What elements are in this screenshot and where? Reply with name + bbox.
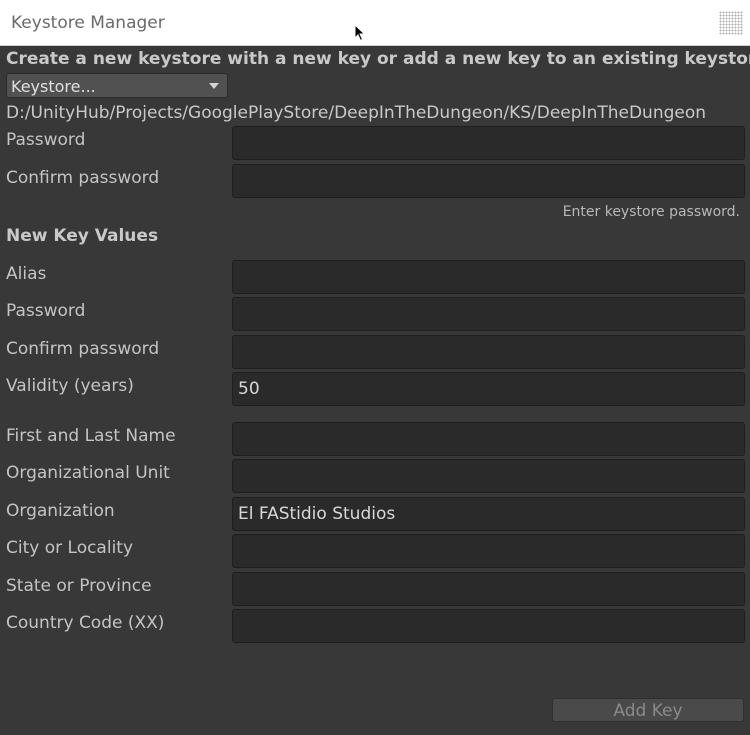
country-code-input[interactable] <box>232 609 745 643</box>
name-label: First and Last Name <box>6 426 176 446</box>
key-confirm-password-label: Confirm password <box>6 339 160 359</box>
keystore-dropdown[interactable]: Keystore... <box>6 73 228 98</box>
org-unit-input[interactable] <box>232 459 745 493</box>
city-input[interactable] <box>232 534 745 568</box>
chevron-down-icon <box>209 83 219 89</box>
new-key-section-title: New Key Values <box>6 226 159 246</box>
keystore-confirm-password-label: Confirm password <box>6 168 160 188</box>
alias-input[interactable] <box>232 260 745 294</box>
org-unit-label: Organizational Unit <box>6 463 170 483</box>
state-input[interactable] <box>232 572 745 606</box>
keystore-confirm-password-input[interactable] <box>232 164 745 198</box>
key-password-input[interactable] <box>232 297 745 331</box>
organization-input[interactable] <box>232 497 745 531</box>
keystore-password-input[interactable] <box>232 126 745 160</box>
keystore-password-label: Password <box>6 130 86 150</box>
window-title: Keystore Manager <box>11 13 165 33</box>
keystore-password-hint: Enter keystore password. <box>562 204 740 220</box>
keystore-path: D:/UnityHub/Projects/GooglePlayStore/Dee… <box>6 103 707 123</box>
country-code-label: Country Code (XX) <box>6 613 165 633</box>
name-input[interactable] <box>232 422 745 456</box>
validity-label: Validity (years) <box>6 376 134 396</box>
resize-grip-icon[interactable] <box>719 11 743 35</box>
window-titlebar: Keystore Manager <box>0 0 750 46</box>
organization-label: Organization <box>6 501 115 521</box>
page-heading: Create a new keystore with a new key or … <box>6 49 750 69</box>
key-confirm-password-input[interactable] <box>232 335 745 369</box>
keystore-dropdown-label: Keystore... <box>11 77 96 96</box>
mouse-cursor-icon <box>354 23 366 46</box>
add-key-button[interactable]: Add Key <box>552 698 744 722</box>
city-label: City or Locality <box>6 538 134 558</box>
key-password-label: Password <box>6 301 86 321</box>
alias-label: Alias <box>6 264 47 284</box>
validity-input[interactable] <box>232 372 745 406</box>
state-label: State or Province <box>6 576 152 596</box>
